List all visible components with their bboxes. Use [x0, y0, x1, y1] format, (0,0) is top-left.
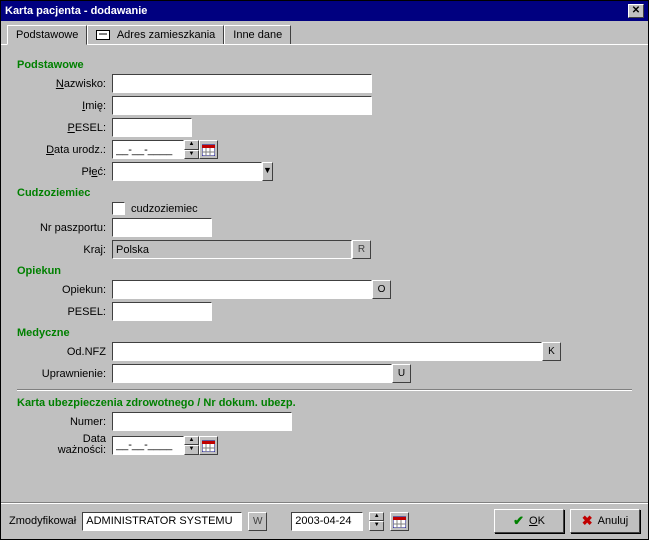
window-title: Karta pacjenta - dodawanie — [5, 5, 147, 17]
entitlement-lookup-button[interactable]: U — [392, 364, 411, 383]
footer-bar: Zmodyfikował W ▲ ▼ ✔ OK ✖ Anuluj — [1, 502, 648, 539]
sex-label: Płeć: — [17, 166, 112, 178]
patient-card-dialog: Karta pacjenta - dodawanie ✕ Podstawowe … — [0, 0, 649, 540]
ins-number-input[interactable] — [112, 412, 292, 431]
tab-strip: Podstawowe Adres zamieszkania Inne dane — [1, 21, 648, 45]
entitlement-input[interactable] — [112, 364, 392, 383]
tab-basic[interactable]: Podstawowe — [7, 25, 87, 45]
modified-by-lookup-button[interactable]: W — [248, 512, 267, 531]
entitlement-label: Uprawnienie: — [17, 368, 112, 380]
check-icon: ✔ — [513, 513, 524, 529]
spin-up-icon[interactable]: ▲ — [184, 436, 199, 446]
ok-button[interactable]: ✔ OK — [494, 509, 564, 533]
guardian-pesel-input[interactable] — [112, 302, 212, 321]
guardian-label: Opiekun: — [17, 284, 112, 296]
spin-down-icon[interactable]: ▼ — [184, 445, 199, 455]
surname-label: Nazwisko: — [17, 78, 112, 90]
ins-validity-input[interactable] — [112, 436, 184, 455]
spin-up-icon[interactable]: ▲ — [184, 140, 199, 150]
ins-validity-label: Dataważności: — [17, 434, 112, 456]
validity-spinner[interactable]: ▲ ▼ — [184, 436, 199, 455]
cancel-icon: ✖ — [582, 513, 593, 529]
guardian-input[interactable] — [112, 280, 372, 299]
validity-calendar-button[interactable] — [199, 436, 218, 455]
spin-down-icon[interactable]: ▼ — [369, 521, 384, 531]
sex-combo[interactable]: ▼ — [112, 162, 229, 181]
divider — [17, 389, 632, 391]
nfz-input[interactable] — [112, 342, 542, 361]
name-input[interactable] — [112, 96, 372, 115]
surname-input[interactable] — [112, 74, 372, 93]
country-input — [112, 240, 352, 259]
tab-content-basic: Podstawowe Nazwisko: Imię: PESEL: Data u… — [1, 45, 648, 502]
nfz-lookup-button[interactable]: K — [542, 342, 561, 361]
dob-input[interactable] — [112, 140, 184, 159]
calendar-icon — [202, 439, 215, 452]
cancel-button-label: Anuluj — [598, 515, 629, 527]
dob-label: Data urodz.: — [17, 144, 112, 156]
close-button[interactable]: ✕ — [628, 4, 644, 18]
sex-input[interactable] — [112, 162, 262, 181]
section-medical: Medyczne — [17, 327, 632, 339]
modified-date-spinner[interactable]: ▲ ▼ — [369, 512, 384, 531]
modified-date-field — [291, 512, 363, 531]
ok-button-label: OK — [529, 515, 545, 527]
modified-by-label: Zmodyfikował — [9, 515, 76, 527]
ins-number-label: Numer: — [17, 416, 112, 428]
passport-label: Nr paszportu: — [17, 222, 112, 234]
section-basic: Podstawowe — [17, 59, 632, 71]
calendar-icon — [202, 143, 215, 156]
tab-other[interactable]: Inne dane — [224, 25, 291, 44]
cancel-button[interactable]: ✖ Anuluj — [570, 509, 640, 533]
foreigner-checkbox-label: cudzoziemiec — [131, 203, 198, 215]
spin-up-icon[interactable]: ▲ — [369, 512, 384, 522]
tab-address-label: Adres zamieszkania — [117, 29, 215, 41]
address-card-icon — [96, 30, 110, 40]
country-lookup-button[interactable]: R — [352, 240, 371, 259]
section-insurance: Karta ubezpieczenia zdrowotnego / Nr dok… — [17, 397, 632, 409]
section-guardian: Opiekun — [17, 265, 632, 277]
pesel-input[interactable] — [112, 118, 192, 137]
foreigner-checkbox[interactable] — [112, 202, 125, 215]
modified-by-field — [82, 512, 242, 531]
guardian-lookup-button[interactable]: O — [372, 280, 391, 299]
dropdown-arrow-icon[interactable]: ▼ — [262, 162, 273, 181]
dob-spinner[interactable]: ▲ ▼ — [184, 140, 199, 159]
guardian-pesel-label: PESEL: — [17, 306, 112, 318]
nfz-label: Od.NFZ — [17, 346, 112, 358]
spin-down-icon[interactable]: ▼ — [184, 150, 199, 160]
country-label: Kraj: — [17, 244, 112, 256]
modified-date-calendar-button[interactable] — [390, 512, 409, 531]
pesel-label: PESEL: — [17, 122, 112, 134]
passport-input[interactable] — [112, 218, 212, 237]
name-label: Imię: — [17, 100, 112, 112]
tab-address[interactable]: Adres zamieszkania — [87, 25, 224, 44]
dob-calendar-button[interactable] — [199, 140, 218, 159]
calendar-icon — [393, 515, 406, 528]
section-foreigner: Cudzoziemiec — [17, 187, 632, 199]
titlebar: Karta pacjenta - dodawanie ✕ — [1, 1, 648, 21]
